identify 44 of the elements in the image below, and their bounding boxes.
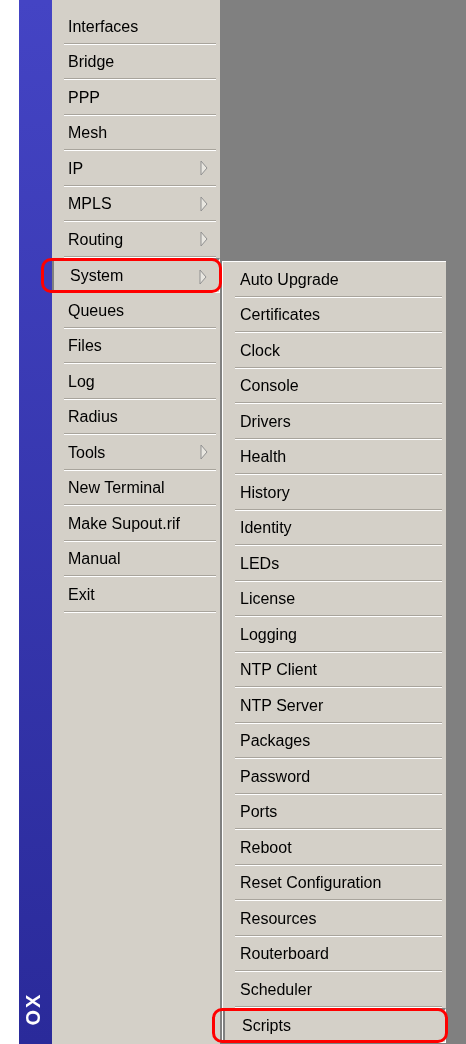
menu-item[interactable]: NTP Client	[223, 652, 446, 688]
menu-item[interactable]: Logging	[223, 617, 446, 653]
menu-item[interactable]: Tools	[52, 435, 220, 471]
menu-item[interactable]: Scheduler	[223, 972, 446, 1008]
menu-item[interactable]: Reboot	[223, 830, 446, 866]
menu-item[interactable]: Routing	[52, 222, 220, 258]
submenu-arrow-icon	[200, 160, 208, 176]
menu-item[interactable]: Certificates	[223, 297, 446, 333]
menu-item[interactable]: Radius	[52, 399, 220, 435]
submenu-arrow-icon	[200, 444, 208, 460]
menu-item[interactable]: History	[223, 475, 446, 511]
menu-item[interactable]: Mesh	[52, 115, 220, 151]
banner-text: OX	[21, 992, 46, 1026]
menu-item[interactable]: Console	[223, 368, 446, 404]
menu-item[interactable]: Auto Upgrade	[223, 262, 446, 298]
menu-item[interactable]: Interfaces	[52, 9, 220, 45]
menu-item[interactable]: Drivers	[223, 404, 446, 440]
menu-item[interactable]: Resources	[223, 901, 446, 937]
menu-item[interactable]: Manual	[52, 541, 220, 577]
menu-item[interactable]: Packages	[223, 723, 446, 759]
submenu-arrow-icon	[200, 195, 208, 212]
menu-item[interactable]: Bridge	[52, 44, 220, 80]
menu-item[interactable]: MPLS	[52, 186, 220, 222]
menu-item[interactable]: Reset Configuration	[223, 865, 446, 901]
menu-item[interactable]: Files	[52, 328, 220, 364]
menu-item[interactable]: Log	[52, 364, 220, 400]
menu-item[interactable]: Health	[223, 439, 446, 475]
menu-item[interactable]: Clock	[223, 333, 446, 369]
menu-item[interactable]: IP	[52, 151, 220, 187]
menu-item[interactable]: Queues	[52, 293, 220, 329]
menu-item[interactable]: Make Supout.rif	[52, 506, 220, 542]
menu-item[interactable]: LEDs	[223, 546, 446, 582]
menu-item[interactable]: License	[223, 581, 446, 617]
submenu-arrow-icon	[200, 231, 208, 247]
menu-item[interactable]: New Terminal	[52, 470, 220, 506]
submenu-arrow-icon	[199, 268, 207, 285]
menu-item[interactable]: Routerboard	[223, 936, 446, 972]
menu-item[interactable]: Ports	[223, 794, 446, 830]
menu-item[interactable]: Exit	[52, 577, 220, 613]
menu-item[interactable]: Identity	[223, 510, 446, 546]
menu-item[interactable]: PPP	[52, 80, 220, 116]
menu-item[interactable]: Scripts	[223, 1007, 446, 1043]
menu-item[interactable]: Password	[223, 759, 446, 795]
menu-item[interactable]: NTP Server	[223, 688, 446, 724]
